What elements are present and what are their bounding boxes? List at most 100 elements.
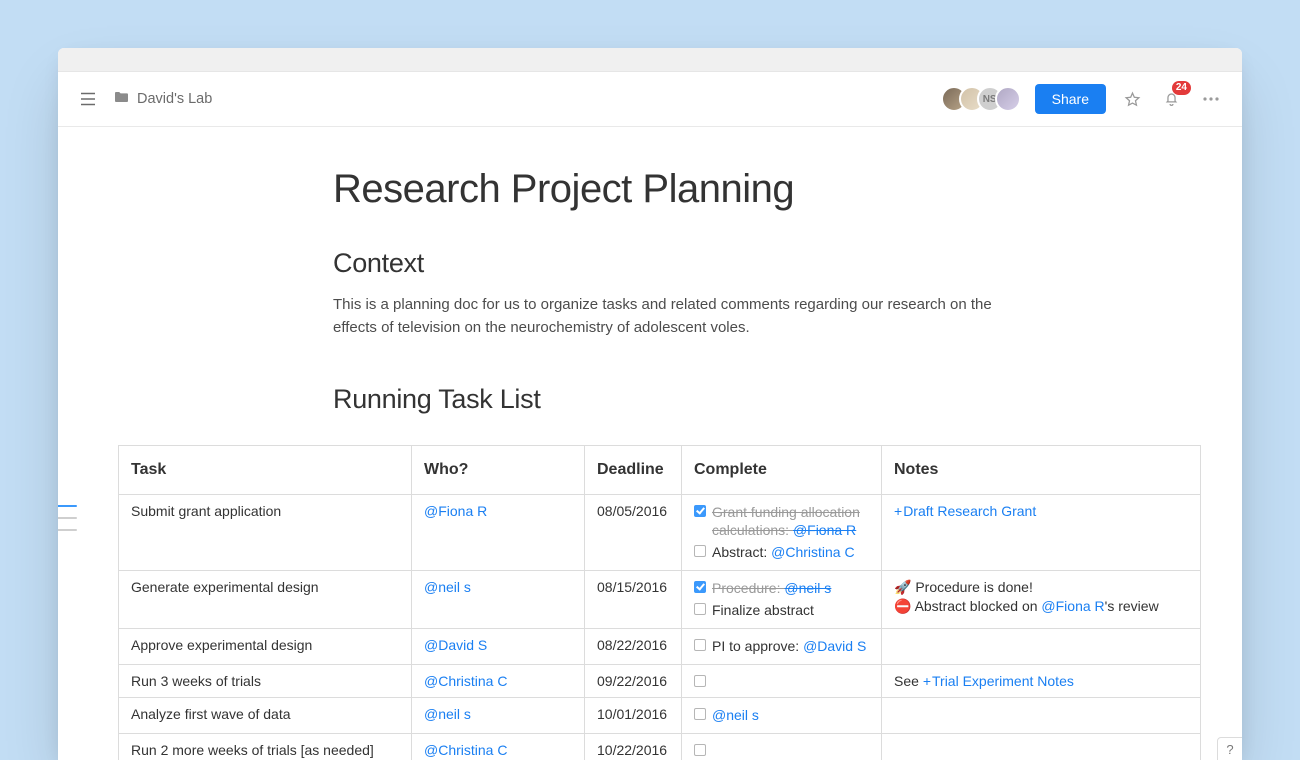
folder-icon xyxy=(114,91,129,107)
mention[interactable]: @neil s xyxy=(784,580,831,596)
app-window: David's Lab NS Share 24 Research Project… xyxy=(58,48,1242,760)
cell-task[interactable]: Approve experimental design xyxy=(119,628,412,664)
col-header-complete: Complete xyxy=(682,445,882,494)
table-header-row: Task Who? Deadline Complete Notes xyxy=(119,445,1201,494)
cell-deadline[interactable]: 08/22/2016 xyxy=(585,628,682,664)
cell-notes[interactable]: 🚀 Procedure is done! ⛔ Abstract blocked o… xyxy=(882,571,1201,629)
context-paragraph: This is a planning doc for us to organiz… xyxy=(333,293,993,340)
col-header-task: Task xyxy=(119,445,412,494)
cell-task[interactable]: Analyze first wave of data xyxy=(119,697,412,733)
notification-badge: 24 xyxy=(1172,81,1191,95)
cell-task[interactable]: Generate experimental design xyxy=(119,571,412,629)
cell-complete[interactable]: Procedure: @neil s Finalize abstract xyxy=(682,571,882,629)
cell-deadline[interactable]: 10/01/2016 xyxy=(585,697,682,733)
checkbox-icon[interactable] xyxy=(694,603,706,615)
notifications-button[interactable]: 24 xyxy=(1159,86,1184,112)
mention[interactable]: @neil s xyxy=(424,706,471,722)
cell-notes[interactable] xyxy=(882,733,1201,760)
cell-notes[interactable] xyxy=(882,697,1201,733)
cell-task[interactable]: Submit grant application xyxy=(119,494,412,571)
cell-who[interactable]: @Christina C xyxy=(412,733,585,760)
hamburger-icon xyxy=(80,92,96,106)
outline-marker[interactable] xyxy=(58,505,77,507)
table-row: Analyze first wave of data @neil s 10/01/2… xyxy=(119,697,1201,733)
cell-complete[interactable]: PI to approve: @David S xyxy=(682,628,882,664)
checkbox-icon[interactable] xyxy=(694,545,706,557)
document-body: Research Project Planning Context This i… xyxy=(58,127,1242,760)
col-header-notes: Notes xyxy=(882,445,1201,494)
cell-notes[interactable]: See +Trial Experiment Notes xyxy=(882,664,1201,697)
checklist-label: Abstract: @Christina C xyxy=(712,543,855,562)
cell-complete[interactable] xyxy=(682,664,882,697)
mention[interactable]: @Christina C xyxy=(424,742,507,758)
cell-deadline[interactable]: 10/22/2016 xyxy=(585,733,682,760)
cell-complete[interactable]: @neil s xyxy=(682,697,882,733)
checkbox-icon[interactable] xyxy=(694,505,706,517)
table-row: Submit grant application @Fiona R 08/05/20… xyxy=(119,494,1201,571)
cell-who[interactable]: @neil s xyxy=(412,697,585,733)
help-button[interactable]: ? xyxy=(1217,737,1242,760)
checklist-item[interactable]: Grant funding allocation calculations: @… xyxy=(694,503,869,541)
mention[interactable]: @Fiona R xyxy=(424,503,487,519)
cell-task[interactable]: Run 3 weeks of trials xyxy=(119,664,412,697)
checkbox-icon[interactable] xyxy=(694,675,706,687)
checklist-item[interactable]: @neil s xyxy=(694,706,869,725)
col-header-deadline: Deadline xyxy=(585,445,682,494)
checklist-item[interactable]: Abstract: @Christina C xyxy=(694,543,869,562)
avatar-stack[interactable]: NS xyxy=(941,86,1021,112)
checklist-item[interactable]: Procedure: @neil s xyxy=(694,579,869,598)
outline-marker[interactable] xyxy=(58,529,77,531)
star-button[interactable] xyxy=(1120,87,1145,112)
checkbox-icon[interactable] xyxy=(694,708,706,720)
breadcrumb[interactable]: David's Lab xyxy=(114,91,212,107)
cell-complete[interactable]: Grant funding allocation calculations: @… xyxy=(682,494,882,571)
checklist-item[interactable]: PI to approve: @David S xyxy=(694,637,869,656)
cell-who[interactable]: @David S xyxy=(412,628,585,664)
more-icon xyxy=(1202,97,1220,101)
mention[interactable]: @Fiona R xyxy=(1041,598,1104,614)
cell-deadline[interactable]: 08/15/2016 xyxy=(585,571,682,629)
checklist-label: Grant funding allocation calculations: @… xyxy=(712,503,869,541)
doc-link[interactable]: +Trial Experiment Notes xyxy=(923,673,1074,689)
cell-deadline[interactable]: 09/22/2016 xyxy=(585,664,682,697)
avatar[interactable] xyxy=(995,86,1021,112)
breadcrumb-folder[interactable]: David's Lab xyxy=(137,91,212,107)
note-line: ⛔ Abstract blocked on @Fiona R's review xyxy=(894,598,1188,615)
doc-link[interactable]: +Draft Research Grant xyxy=(894,503,1036,519)
mention[interactable]: @Christina C xyxy=(424,673,507,689)
checkbox-icon[interactable] xyxy=(694,744,706,756)
cell-deadline[interactable]: 08/05/2016 xyxy=(585,494,682,571)
table-row: Approve experimental design @David S 08/22… xyxy=(119,628,1201,664)
checklist-item[interactable]: Finalize abstract xyxy=(694,601,869,620)
cell-who[interactable]: @Fiona R xyxy=(412,494,585,571)
checkbox-icon[interactable] xyxy=(694,581,706,593)
cell-notes[interactable] xyxy=(882,628,1201,664)
menu-button[interactable] xyxy=(76,88,100,110)
mention[interactable]: @neil s xyxy=(712,707,759,723)
outline-marker[interactable] xyxy=(58,517,77,519)
mention[interactable]: @David S xyxy=(424,637,487,653)
mention[interactable]: @David S xyxy=(803,638,866,654)
cell-notes[interactable]: +Draft Research Grant xyxy=(882,494,1201,571)
page-title: Research Project Planning xyxy=(333,167,993,212)
star-icon xyxy=(1124,91,1141,108)
col-header-who: Who? xyxy=(412,445,585,494)
cell-who[interactable]: @neil s xyxy=(412,571,585,629)
cell-who[interactable]: @Christina C xyxy=(412,664,585,697)
checklist-label: Finalize abstract xyxy=(712,601,814,620)
share-button[interactable]: Share xyxy=(1035,84,1106,114)
table-row: Generate experimental design @neil s 08/15… xyxy=(119,571,1201,629)
mention[interactable]: @neil s xyxy=(424,579,471,595)
cell-complete[interactable] xyxy=(682,733,882,760)
section-heading-tasks: Running Task List xyxy=(333,384,993,415)
table-row: Run 2 more weeks of trials [as needed] @C… xyxy=(119,733,1201,760)
more-button[interactable] xyxy=(1198,93,1224,105)
checkbox-icon[interactable] xyxy=(694,639,706,651)
mention[interactable]: @Fiona R xyxy=(793,522,856,538)
cell-task[interactable]: Run 2 more weeks of trials [as needed] xyxy=(119,733,412,760)
mention[interactable]: @Christina C xyxy=(771,544,854,560)
checklist-item[interactable] xyxy=(694,742,869,756)
browser-chrome-bar xyxy=(58,48,1242,72)
checklist-item[interactable] xyxy=(694,673,869,687)
note-line: 🚀 Procedure is done! xyxy=(894,579,1188,596)
